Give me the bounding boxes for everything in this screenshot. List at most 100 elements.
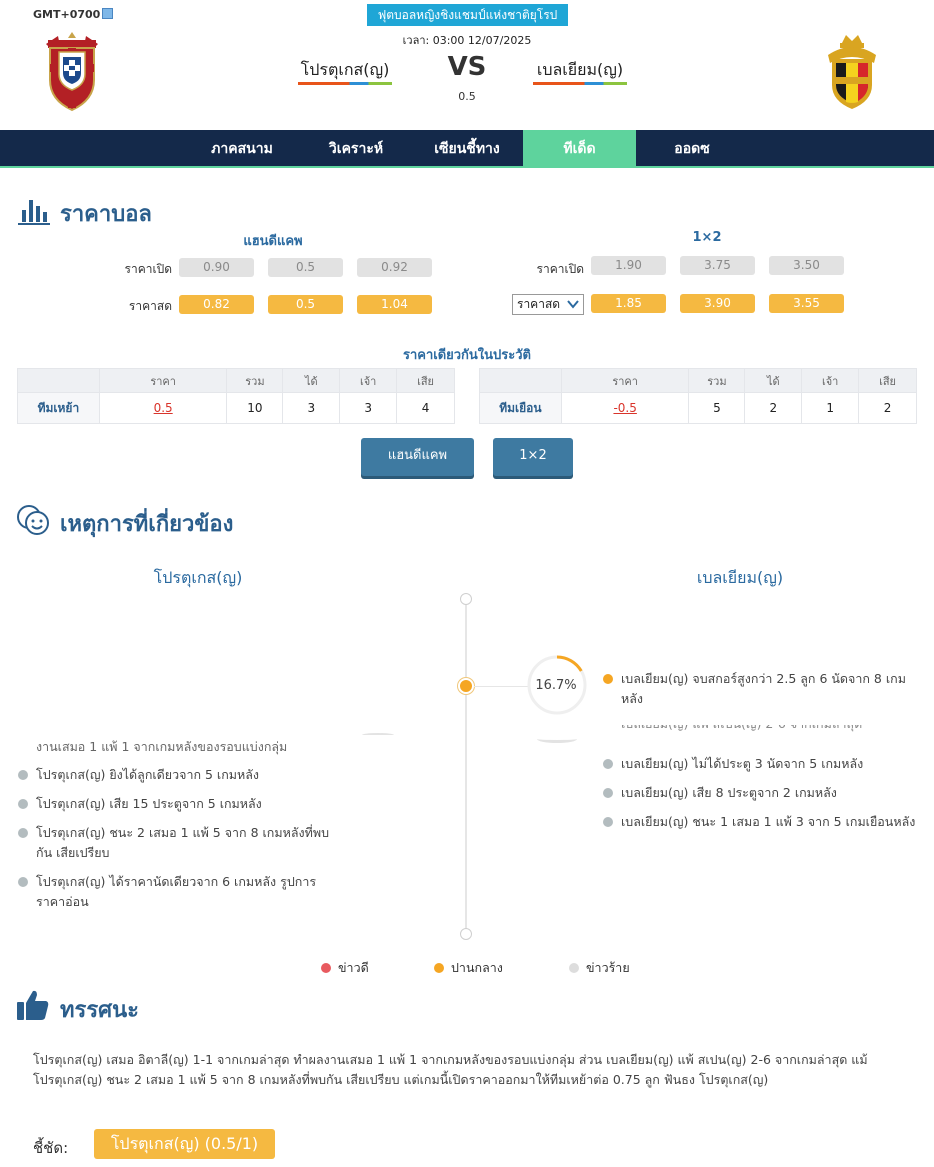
bad-bullet	[18, 877, 28, 887]
nav-item-analysis[interactable]: วิเคราะห์	[306, 130, 406, 168]
column-header: ราคา	[98, 368, 228, 393]
handicap-open-line: 0.5	[268, 258, 343, 277]
history-lose: 2	[858, 392, 917, 424]
home-event: โปรตุเกส(ญ) เสีย 15 ประตูจาก 5 เกมหลัง	[18, 794, 336, 814]
collapsed-gauge	[537, 735, 577, 743]
history-total: 5	[688, 392, 746, 424]
away-team-name[interactable]: เบลเยียม(ญ)	[533, 58, 627, 83]
legend-good: ข่าวดี	[321, 958, 369, 978]
home-team-underline	[298, 82, 392, 85]
column-header: เสีย	[858, 368, 917, 393]
history-team: ทีมเยือน	[479, 392, 562, 424]
home-event-partial: งานเสมอ 1 แพ้ 1 จากเกมหลังของรอบแบ่งกลุ่…	[36, 739, 288, 754]
neutral-dot	[434, 963, 444, 973]
bad-bullet	[18, 828, 28, 838]
away-event: เบลเยียม(ญ) ไม่ได้ประตู 3 นัดจาก 5 เกมหล…	[603, 754, 921, 774]
history-lose: 4	[396, 392, 455, 424]
handicap-live-home: 0.82	[179, 295, 254, 314]
1x2-tab-button[interactable]: 1×2	[493, 438, 573, 476]
home-event: โปรตุเกส(ญ) ได้ราคานัดเดียวจาก 6 เกมหลัง…	[18, 872, 326, 912]
nav-item-odds[interactable]: ออดซ	[640, 130, 744, 168]
1x2-open-away: 3.50	[769, 256, 844, 275]
table-row: ทีมเหย้า 0.5 10 3 3 4	[17, 392, 455, 424]
legend-bad: ข่าวร้าย	[569, 958, 630, 978]
table-row: ทีมเยือน -0.5 5 2 1 2	[479, 392, 917, 424]
1x2-live-draw: 3.90	[680, 294, 755, 313]
away-event: เบลเยียม(ญ) ชนะ 1 เสมอ 1 แพ้ 3 จาก 5 เกม…	[603, 812, 921, 832]
column-header: ได้	[282, 368, 341, 393]
bad-bullet	[18, 799, 28, 809]
column-header: รวม	[226, 368, 284, 393]
collapsed-gauge	[362, 733, 394, 737]
away-team-underline	[533, 82, 627, 85]
handicap-open-away: 0.92	[357, 258, 432, 277]
chevron-down-icon	[567, 300, 579, 309]
handicap-open-home: 0.90	[179, 258, 254, 277]
column-header: รวม	[688, 368, 746, 393]
main-nav: ภาคสนาม วิเคราะห์ เซียนชี้ทาง ทีเด็ด ออด…	[0, 130, 934, 168]
handicap-title: แฮนดีแคพ	[243, 234, 303, 249]
home-team-name[interactable]: โปรตุเกส(ญ)	[298, 58, 392, 83]
column-header: เจ้า	[339, 368, 398, 393]
1x2-open-home: 1.90	[591, 256, 666, 275]
home-event: โปรตุเกส(ญ) ยิงได้ลูกเดียวจาก 5 เกมหลัง	[18, 765, 336, 785]
handicap-open-label: ราคาเปิด	[124, 262, 172, 276]
thumbs-up-icon	[17, 990, 49, 1020]
legend-neutral: ปานกลาง	[434, 958, 503, 978]
1x2-live-away: 3.55	[769, 294, 844, 313]
bad-bullet	[603, 788, 613, 798]
timezone-icon[interactable]	[102, 8, 114, 19]
bad-bullet	[18, 770, 28, 780]
odds-type-value: ราคาสด	[517, 297, 561, 311]
home-event: โปรตุเกส(ญ) ชนะ 2 เสมอ 1 แพ้ 5 จาก 8 เกม…	[18, 823, 336, 863]
neutral-bullet	[603, 674, 613, 684]
nav-item-expert[interactable]: เซียนชี้ทาง	[414, 130, 520, 168]
good-dot	[321, 963, 331, 973]
home-history-table: ราคา รวม ได้ เจ้า เสีย ทีมเหย้า 0.5 10 3…	[17, 368, 455, 424]
pick-badge: โปรตุเกส(ญ) (0.5/1)	[94, 1129, 275, 1159]
timeline-end	[460, 928, 472, 940]
handicap-live-label: ราคาสด	[128, 299, 172, 313]
1x2-open-label: ราคาเปิด	[536, 262, 584, 276]
away-event: เบลเยียม(ญ) เสีย 8 ประตูจาก 2 เกมหลัง	[603, 783, 921, 803]
away-event-partial: เบลเยียม(ญ) แพ้ สเปน(ญ) 2-6 จากเกมล่าสุด	[621, 725, 913, 735]
away-team-logo	[822, 33, 882, 115]
column-header	[479, 368, 562, 393]
nav-item-tips[interactable]: ทีเด็ด	[523, 130, 636, 168]
bad-dot	[569, 963, 579, 973]
events-home-team: โปรตุเกส(ญ)	[153, 568, 243, 587]
history-draw: 1	[801, 392, 860, 424]
timeline-connector	[474, 686, 528, 687]
bar-chart-icon	[18, 200, 50, 225]
history-price-link[interactable]: 0.5	[98, 392, 228, 424]
timeline-marker[interactable]	[458, 678, 474, 694]
handicap-live-away: 1.04	[357, 295, 432, 314]
gauge-percent: 16.7%	[535, 678, 577, 693]
column-header: ราคา	[560, 368, 690, 393]
1x2-live-home: 1.85	[591, 294, 666, 313]
history-total: 10	[226, 392, 284, 424]
column-header	[17, 368, 100, 393]
pick-label: ชี้ชัด:	[33, 1139, 69, 1157]
events-away-team: เบลเยียม(ญ)	[696, 568, 784, 587]
1x2-open-draw: 3.75	[680, 256, 755, 275]
timeline-start	[460, 593, 472, 605]
opinion-text: โปรตุเกส(ญ) เสมอ อิตาลี(ญ) 1-1 จากเกมล่า…	[33, 1052, 868, 1087]
away-event-highlight: เบลเยียม(ญ) จบสกอร์สูงกว่า 2.5 ลูก 6 นัด…	[603, 669, 913, 709]
handicap-value: 0.5	[458, 90, 476, 103]
match-time: เวลา: 03:00 12/07/2025	[402, 34, 532, 47]
league-banner[interactable]: ฟุตบอลหญิงชิงแชมป์แห่งชาติยุโรป	[367, 4, 568, 26]
odds-type-select[interactable]: ราคาสด	[512, 294, 584, 315]
home-team-logo	[40, 30, 104, 116]
1x2-title: 1×2	[692, 230, 722, 245]
handicap-live-line: 0.5	[268, 295, 343, 314]
history-price-link[interactable]: -0.5	[560, 392, 690, 424]
handicap-tab-button[interactable]: แฮนดีแคพ	[361, 438, 474, 476]
history-win: 3	[282, 392, 341, 424]
history-title: ราคาเดียวกันในประวัติ	[402, 348, 532, 363]
history-win: 2	[744, 392, 803, 424]
column-header: เจ้า	[801, 368, 860, 393]
column-header: ได้	[744, 368, 803, 393]
nav-item-field[interactable]: ภาคสนาม	[190, 130, 294, 168]
timeline-line	[465, 598, 467, 934]
